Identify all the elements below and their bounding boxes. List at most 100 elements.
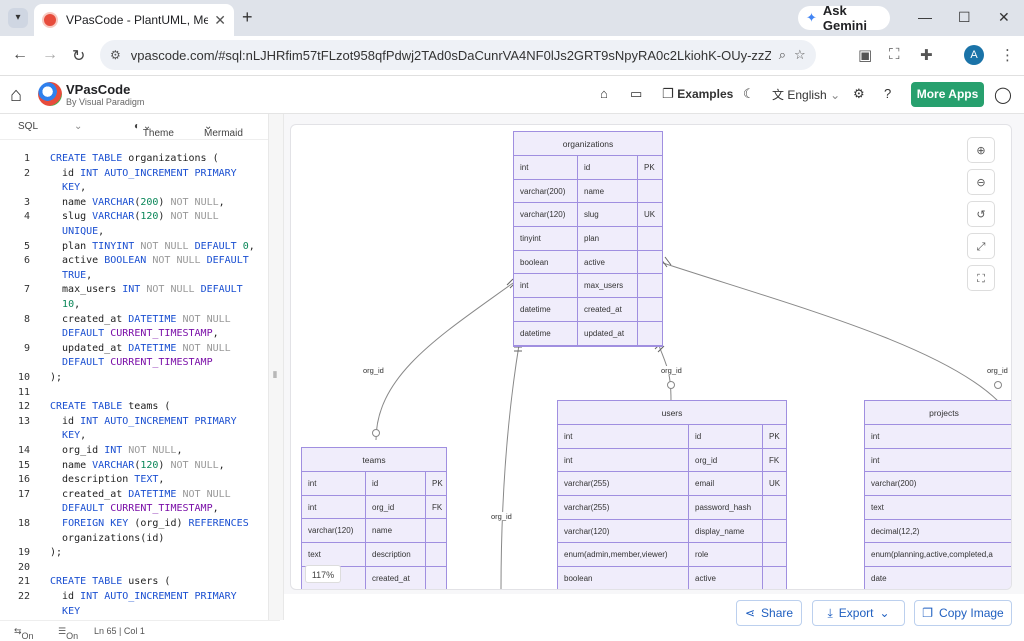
wrap-toggle[interactable]: ⇆ On: [14, 626, 34, 641]
reload-icon[interactable]: ↻: [72, 46, 85, 66]
forward-arrow-icon[interactable]: →: [42, 46, 58, 64]
share-button[interactable]: ⋖ Share: [736, 600, 802, 626]
code-editor[interactable]: 1 CREATE TABLE organizations (2 id INT AU…: [0, 140, 268, 620]
code-line[interactable]: 4 slug VARCHAR(120) NOT NULL: [0, 210, 268, 225]
copy-image-button[interactable]: ❐ Copy Image: [914, 600, 1012, 626]
line-number: 5: [23, 240, 30, 252]
code-line[interactable]: 12 CREATE TABLE teams (: [0, 400, 268, 415]
code-line[interactable]: 13 id INT AUTO_INCREMENT PRIMARY: [0, 415, 268, 430]
code-line[interactable]: 19);: [0, 546, 268, 561]
language-chevron-icon[interactable]: ⌄: [74, 121, 82, 132]
code-line[interactable]: 14 org_id INT NOT NULL,: [0, 444, 268, 459]
examples-button[interactable]: ❐ Examples: [662, 86, 733, 102]
code-line[interactable]: 9 updated_at DATETIME NOT NULL: [0, 342, 268, 357]
home-nav-icon[interactable]: ⌂: [600, 86, 608, 101]
code-line[interactable]: 6 active BOOLEAN NOT NULL DEFAULT: [0, 254, 268, 269]
window-close-icon[interactable]: ✕: [998, 9, 1010, 26]
fit-diagram-icon[interactable]: ⤢: [967, 233, 995, 259]
code-line[interactable]: DEFAULT CURRENT_TIMESTAMP: [0, 356, 268, 371]
code-line[interactable]: KEY,: [0, 429, 268, 444]
code-line[interactable]: 17 created_at DATETIME NOT NULL: [0, 488, 268, 503]
code-line[interactable]: 3 name VARCHAR(200) NOT NULL,: [0, 196, 268, 211]
column-name: created_at: [578, 298, 638, 322]
code-line[interactable]: 7 max_users INT NOT NULL DEFAULT: [0, 283, 268, 298]
site-settings-icon[interactable]: ⚙: [110, 48, 121, 62]
address-bar[interactable]: ⚙ vpascode.com/#sql:nLJHRfim57tFLzot958q…: [100, 40, 816, 70]
column-type: datetime: [514, 321, 578, 346]
column-name: password_hash: [689, 496, 763, 520]
tab-list-button[interactable]: ▾: [8, 8, 28, 28]
browser-titlebar: ▾ VPasCode - PlantUML, Mermaid ✕ + ✦ Ask…: [0, 0, 1024, 36]
language-select[interactable]: 文 English ⌄: [772, 86, 840, 103]
code-line[interactable]: organizations(id): [0, 532, 268, 547]
zoom-out-icon[interactable]: ⊖: [967, 169, 995, 195]
folder-icon[interactable]: ▭: [630, 86, 642, 102]
er-column-row: enum(planning,active,completed,a: [865, 543, 1011, 568]
diagram-canvas[interactable]: org_id org_id org_id org_id organization…: [290, 124, 1012, 590]
more-apps-button[interactable]: More Apps: [911, 82, 984, 107]
er-table-organizations[interactable]: organizations int id PK varchar(200) name varc…: [513, 131, 663, 347]
export-button[interactable]: ⤓ Export ⌄: [812, 600, 905, 626]
column-type: enum(admin,member,viewer): [558, 543, 689, 568]
close-tab-icon[interactable]: ✕: [214, 12, 226, 29]
reset-view-icon[interactable]: ↺: [967, 201, 995, 227]
profile-avatar[interactable]: A: [964, 45, 984, 65]
window-maximize-icon[interactable]: ☐: [958, 9, 971, 26]
code-line[interactable]: 10,: [0, 298, 268, 313]
er-table-users[interactable]: users int id PK int org_id FK varchar(255) email…: [557, 400, 787, 589]
column-type: int: [514, 156, 578, 180]
dark-mode-icon[interactable]: ☾: [743, 86, 755, 102]
extension-icon[interactable]: ▣: [858, 46, 872, 64]
code-line[interactable]: 1 CREATE TABLE organizations (: [0, 152, 268, 167]
column-name: created_at: [366, 566, 426, 589]
screenshot-icon[interactable]: ⛶: [889, 46, 900, 63]
editor-toolbar: SQL ⌄ ◐ Theme ⌄ Mermaid ⌄: [0, 114, 268, 140]
settings-gear-icon[interactable]: ⚙: [853, 86, 865, 102]
renderer-dropdown[interactable]: Mermaid ⌄: [204, 121, 243, 139]
share-label: Share: [761, 606, 794, 620]
browser-tab[interactable]: VPasCode - PlantUML, Mermaid ✕: [34, 4, 234, 36]
zoom-magnifier-icon[interactable]: ⌕: [779, 47, 786, 63]
code-line[interactable]: 2 id INT AUTO_INCREMENT PRIMARY: [0, 167, 268, 182]
code-line[interactable]: 15 name VARCHAR(120) NOT NULL,: [0, 459, 268, 474]
code-line[interactable]: 20: [0, 561, 268, 576]
back-arrow-icon[interactable]: ←: [12, 46, 28, 64]
user-account-icon[interactable]: ◯: [994, 85, 1012, 105]
code-line[interactable]: 16 description TEXT,: [0, 473, 268, 488]
code-line[interactable]: 11: [0, 386, 268, 401]
language-dropdown[interactable]: SQL: [18, 121, 38, 132]
code-text: id INT AUTO_INCREMENT PRIMARY: [50, 167, 237, 179]
indent-toggle[interactable]: ☰ On: [58, 626, 78, 641]
column-name: org_id: [689, 448, 763, 473]
code-line[interactable]: 8 created_at DATETIME NOT NULL: [0, 313, 268, 328]
column-type: varchar(200): [514, 179, 578, 204]
fullscreen-icon[interactable]: ⛶: [967, 265, 995, 291]
er-table-title: organizations: [514, 132, 662, 156]
browser-menu-icon[interactable]: ⋮: [1000, 46, 1015, 64]
code-line[interactable]: KEY: [0, 605, 268, 620]
ask-gemini-button[interactable]: ✦ Ask Gemini: [798, 3, 890, 33]
window-minimize-icon[interactable]: —: [918, 9, 932, 25]
code-line[interactable]: 22 id INT AUTO_INCREMENT PRIMARY: [0, 590, 268, 605]
zoom-in-icon[interactable]: ⊕: [967, 137, 995, 163]
theme-dropdown[interactable]: ◐ Theme ⌄: [134, 121, 174, 139]
code-line[interactable]: UNIQUE,: [0, 225, 268, 240]
code-text: name VARCHAR(120) NOT NULL,: [50, 459, 225, 471]
code-line[interactable]: 10);: [0, 371, 268, 386]
code-line[interactable]: 5 plan TINYINT NOT NULL DEFAULT 0,: [0, 240, 268, 255]
pane-splitter[interactable]: ⦀: [268, 114, 284, 620]
extensions-puzzle-icon[interactable]: ✚: [920, 46, 933, 64]
line-number: 17: [17, 488, 30, 500]
code-line[interactable]: DEFAULT CURRENT_TIMESTAMP,: [0, 327, 268, 342]
code-line[interactable]: 21 CREATE TABLE users (: [0, 575, 268, 590]
new-tab-icon[interactable]: +: [242, 7, 253, 28]
code-line[interactable]: DEFAULT CURRENT_TIMESTAMP,: [0, 502, 268, 517]
code-line[interactable]: KEY,: [0, 181, 268, 196]
help-icon[interactable]: ?: [884, 86, 891, 101]
home-icon[interactable]: ⌂: [10, 84, 22, 107]
splitter-grip-icon[interactable]: ⦀: [273, 370, 277, 381]
code-line[interactable]: 18 FOREIGN KEY (org_id) REFERENCES: [0, 517, 268, 532]
er-table-projects[interactable]: projects int int varchar(200) text decimal(12…: [864, 400, 1011, 589]
code-line[interactable]: TRUE,: [0, 269, 268, 284]
bookmark-star-icon[interactable]: ☆: [794, 47, 806, 63]
